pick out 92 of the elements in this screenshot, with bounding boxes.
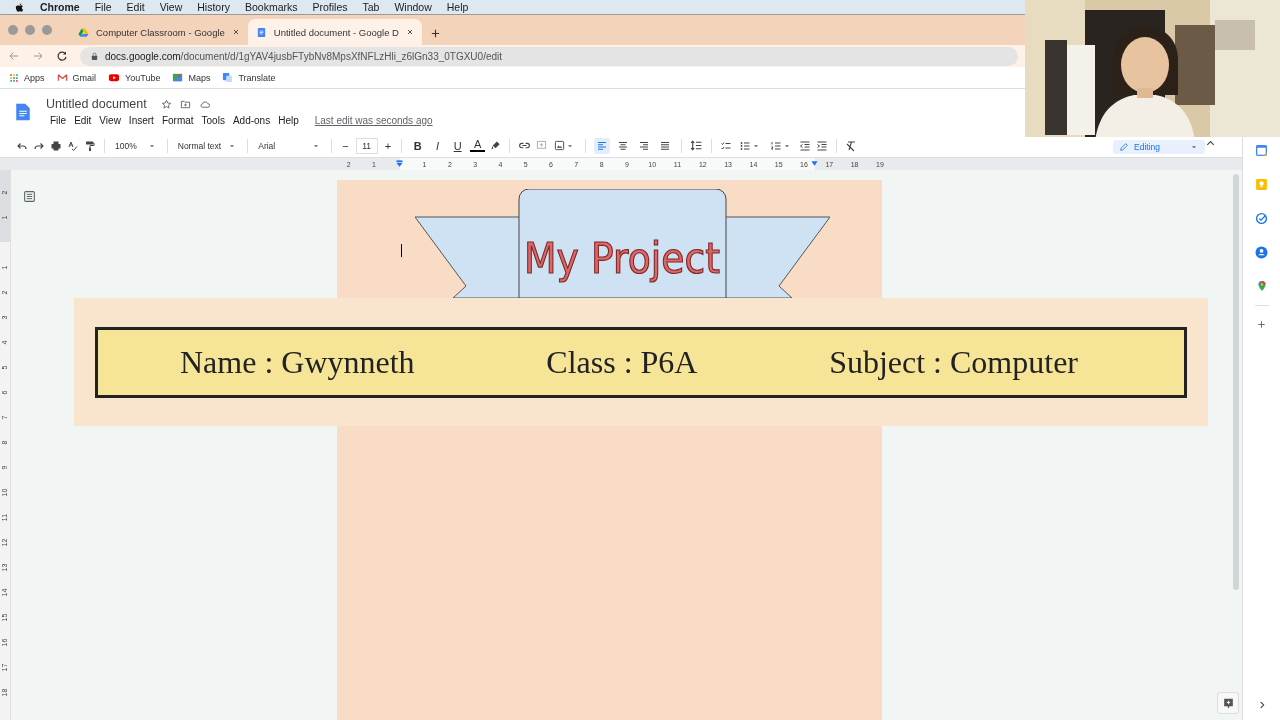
banner-title: My Project [524,234,743,283]
paint-roller-icon[interactable] [84,139,96,152]
spellcheck-icon[interactable] [67,139,79,152]
star-icon[interactable] [160,98,172,110]
folder-icon[interactable] [179,98,191,110]
highlighter-icon[interactable] [490,140,502,151]
apps-grid-icon [9,72,19,83]
clear-formatting-icon[interactable] [845,139,858,152]
reload-icon[interactable] [56,50,68,62]
address-bar[interactable]: docs.google.com/document/d/1gYAV4jusbFTybNv8MpsXfNFLzHli_z6lGn33_0TGXU0/edit [80,46,1018,66]
menu-item[interactable]: File [46,115,71,126]
menu-item[interactable]: Edit [70,115,96,126]
numbered-list-icon [770,139,783,152]
italic-button[interactable]: I [430,139,446,152]
triangle-icon [78,26,89,38]
bookmark[interactable]: Apps [9,72,45,83]
bookmark[interactable]: Translate [222,72,276,83]
menu-item[interactable]: View [95,115,125,126]
check-circle-icon[interactable] [1255,212,1268,225]
document-icon [255,26,267,38]
editing-mode-dropdown[interactable]: Editing [1113,140,1205,154]
app-menu[interactable]: Chrome [40,1,80,13]
browser-tab[interactable]: Untitled document - Google D [247,19,422,45]
menu-item[interactable]: Profiles [312,1,348,13]
checklist-icon[interactable] [720,139,733,152]
bullet-list-icon [739,139,752,152]
menu-item[interactable]: Bookmarks [244,1,298,13]
map-pin-icon[interactable] [1255,280,1268,292]
menu-item[interactable]: View [159,1,183,13]
close-icon[interactable] [231,28,240,36]
lock-icon [90,51,99,61]
indent-marker-icon[interactable] [394,159,404,169]
increase-indent-icon[interactable] [816,139,829,152]
decrease-indent-icon[interactable] [799,139,812,152]
envelope-icon [56,72,68,83]
align-left-button[interactable] [594,137,611,154]
browser-tab[interactable]: Computer Classroom - Google [70,19,248,45]
translate-icon [222,72,234,83]
info-text: Name : Gwynneth [180,343,415,381]
bold-button[interactable]: B [410,139,426,152]
url-text: docs.google.com/document/d/1gYAV4jusbFTybNv8MpsXfNFLzHli_z6lGn33_0TGXU0/edit [105,50,503,62]
document-title[interactable]: Untitled document [46,97,147,111]
menu-item[interactable]: Edit [126,1,145,13]
zoom-dropdown[interactable]: 100% [113,140,159,151]
menu-item[interactable]: File [94,1,112,13]
close-icon[interactable] [406,28,414,36]
play-icon [108,72,121,83]
pencil-icon [1119,142,1129,152]
menu-item[interactable]: Tab [362,1,380,13]
font-size-field[interactable]: 11 [355,137,378,154]
explore-button[interactable] [1217,692,1239,714]
forward-icon[interactable] [32,50,44,62]
increase-size-button[interactable]: + [382,137,394,154]
underline-button[interactable]: U [450,139,466,152]
indent-marker-icon[interactable] [810,159,819,168]
menu-item[interactable]: Tools [197,115,229,126]
apple-icon[interactable] [14,1,25,13]
menu-item[interactable]: History [197,1,230,13]
bookmark[interactable]: YouTube [108,72,161,83]
plus-icon [430,28,441,39]
map-icon [172,72,184,83]
cloud-icon[interactable] [198,98,211,110]
font-dropdown[interactable]: Arial [256,140,324,151]
align-center-icon [617,139,630,152]
new-tab-button[interactable] [430,28,441,39]
justify-icon [659,139,672,152]
menu-item[interactable]: Add-ons [228,115,275,126]
line-spacing-icon[interactable] [690,139,704,152]
menu-item[interactable]: Help [274,115,303,126]
back-icon[interactable] [8,50,20,62]
align-right-icon [638,139,651,152]
text-cursor [401,244,402,257]
text-color-button[interactable]: A [470,139,486,152]
style-dropdown[interactable]: Normal text [175,140,240,151]
menu-item[interactable]: Window [394,1,432,13]
plus-icon[interactable] [1256,319,1267,330]
person-icon[interactable] [1255,246,1268,259]
info-text: Class : P6A [546,343,698,381]
calendar-icon[interactable] [1255,144,1268,157]
menu-item[interactable]: Format [157,115,198,126]
scrollbar[interactable] [1233,174,1239,590]
last-edit-link[interactable]: Last edit was seconds ago [314,115,433,126]
info-text: Subject : Computer [829,343,1078,381]
menu-item[interactable]: Insert [124,115,158,126]
align-left-icon [596,139,609,152]
menu-item[interactable]: Help [446,1,469,13]
sparkle-icon [1221,696,1235,710]
bookmark[interactable]: Maps [172,72,211,83]
outline-icon[interactable] [23,190,36,203]
bookmark[interactable]: Gmail [56,72,97,83]
decrease-size-button[interactable]: − [340,137,351,154]
image-icon [554,140,566,151]
